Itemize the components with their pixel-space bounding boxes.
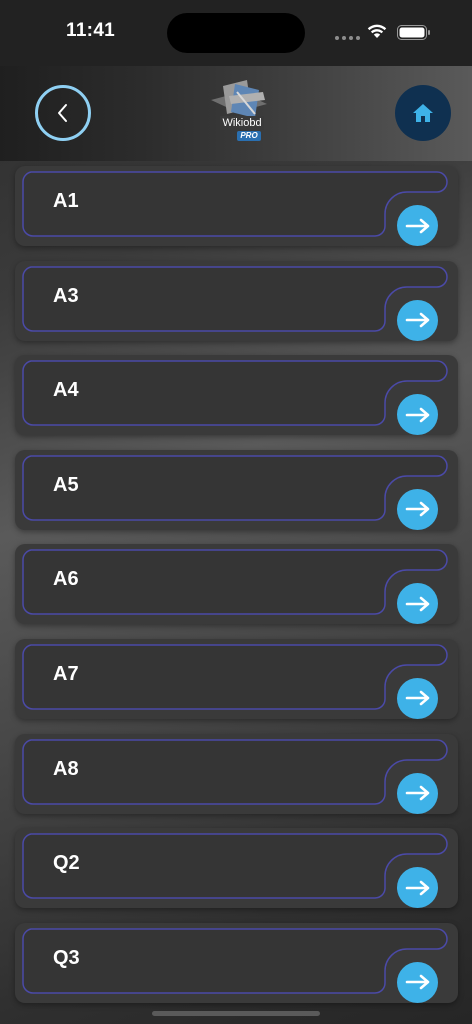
list-item-label: Q2	[53, 852, 80, 875]
list-item[interactable]: A6	[15, 544, 458, 625]
home-indicator	[152, 1011, 320, 1016]
arrow-right-button[interactable]	[397, 205, 438, 246]
card-frame	[22, 644, 448, 710]
card-frame	[22, 360, 448, 426]
list-item[interactable]: A5	[15, 449, 458, 530]
card-frame	[22, 455, 448, 521]
app-logo: Wikiobd PRO	[207, 78, 277, 148]
cellular-signal-icon	[335, 36, 360, 40]
list-item-label: A7	[53, 662, 79, 685]
card-frame	[22, 738, 448, 805]
status-bar: 11:41	[0, 0, 472, 66]
battery-icon	[397, 25, 430, 40]
list-item[interactable]: A7	[15, 638, 458, 719]
home-button[interactable]	[395, 85, 451, 141]
status-time: 11:41	[66, 20, 116, 41]
item-list: A1 A3 A4 A5 A6 A7 A8 Q2 Q3	[15, 166, 458, 1017]
list-item[interactable]: Q3	[15, 922, 458, 1003]
arrow-right-icon	[405, 218, 429, 233]
card-frame	[22, 549, 448, 616]
list-item-label: A5	[53, 473, 79, 496]
list-item-label: A6	[53, 568, 79, 591]
arrow-right-icon	[405, 880, 429, 895]
card-frame	[22, 265, 448, 332]
arrow-right-icon	[405, 785, 429, 801]
list-item-label: A8	[53, 757, 79, 780]
arrow-right-button[interactable]	[397, 488, 438, 530]
dynamic-island	[167, 13, 305, 53]
arrow-right-icon	[405, 596, 429, 612]
arrow-right-icon	[405, 312, 429, 328]
card-frame	[22, 833, 448, 899]
list-item[interactable]: Q2	[15, 828, 458, 909]
list-item[interactable]: A1	[15, 166, 458, 246]
list-item-label: A3	[53, 284, 79, 307]
list-item[interactable]: A3	[15, 260, 458, 341]
logo-pro-badge: PRO	[237, 131, 261, 141]
arrow-right-button[interactable]	[397, 299, 438, 341]
arrow-right-button[interactable]	[397, 677, 438, 719]
arrow-right-button[interactable]	[397, 772, 438, 814]
home-icon	[413, 104, 433, 122]
arrow-right-button[interactable]	[397, 394, 438, 436]
arrow-right-icon	[405, 691, 429, 706]
logo-text: Wikiobd	[220, 116, 264, 130]
chevron-left-icon	[58, 104, 67, 122]
back-button[interactable]	[35, 85, 91, 141]
wifi-icon	[367, 24, 387, 38]
card-frame	[22, 171, 448, 237]
list-item-label: Q3	[53, 946, 80, 969]
list-item-label: A1	[53, 190, 79, 212]
list-item[interactable]: A4	[15, 355, 458, 436]
card-frame	[22, 928, 448, 994]
arrow-right-button[interactable]	[397, 867, 438, 909]
list-item[interactable]: A8	[15, 733, 458, 814]
arrow-right-icon	[405, 974, 429, 990]
arrow-right-button[interactable]	[397, 961, 438, 1003]
app-header: Wikiobd PRO	[0, 66, 472, 161]
list-item-label: A4	[53, 379, 79, 402]
arrow-right-icon	[405, 407, 429, 422]
arrow-right-icon	[405, 501, 429, 517]
